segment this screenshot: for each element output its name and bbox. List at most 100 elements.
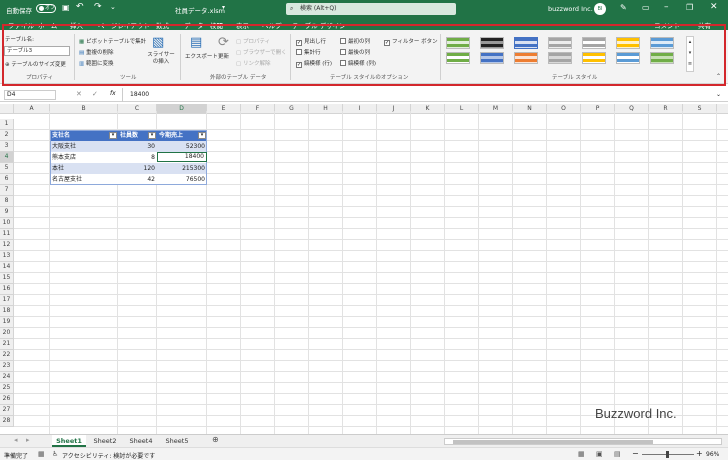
account-name[interactable]: buzzword Inc. [548, 5, 593, 13]
search-input[interactable]: ⌕ 検索 (Alt+Q) [286, 3, 456, 15]
close-icon[interactable]: ✕ [710, 2, 718, 12]
row-header-23[interactable]: 23 [0, 361, 14, 372]
cancel-icon[interactable]: ✕ [76, 90, 82, 98]
column-header-N[interactable]: N [513, 104, 547, 114]
header-cell-branch[interactable]: 支社名 [50, 130, 118, 141]
column-header-E[interactable]: E [207, 104, 241, 114]
sheet-tab-sheet2[interactable]: Sheet2 [88, 435, 122, 447]
column-header-L[interactable]: L [445, 104, 479, 114]
row-header-16[interactable]: 16 [0, 284, 14, 295]
column-header-B[interactable]: B [50, 104, 118, 114]
row-header-8[interactable]: 8 [0, 196, 14, 207]
column-header-J[interactable]: J [377, 104, 411, 114]
header-cell-sales[interactable]: 今期売上 [157, 130, 197, 141]
column-header-R[interactable]: R [649, 104, 683, 114]
row-header-9[interactable]: 9 [0, 207, 14, 218]
page-break-icon[interactable]: ▤ [614, 450, 621, 458]
row-header-22[interactable]: 22 [0, 350, 14, 361]
sheet-tab-sheet1[interactable]: Sheet1 [52, 435, 86, 447]
autosave-toggle[interactable]: オフ [36, 4, 56, 13]
filter-dropdown-icon[interactable]: ▾ [198, 132, 206, 139]
row-header-14[interactable]: 14 [0, 262, 14, 273]
column-header-S[interactable]: S [683, 104, 717, 114]
filter-dropdown-icon[interactable]: ▾ [109, 132, 117, 139]
column-header-P[interactable]: P [581, 104, 615, 114]
cell-B3[interactable]: 大阪支社 [50, 141, 118, 152]
restore-icon[interactable]: ❐ [686, 3, 693, 12]
filter-dropdown-icon[interactable]: ▾ [148, 132, 156, 139]
formula-input[interactable]: 18400 [130, 91, 149, 98]
row-header-3[interactable]: 3 [0, 141, 14, 152]
row-header-6[interactable]: 6 [0, 174, 14, 185]
add-sheet-icon[interactable]: ⊕ [212, 435, 219, 444]
avatar[interactable]: BI [594, 3, 606, 15]
row-header-26[interactable]: 26 [0, 394, 14, 405]
zoom-out-icon[interactable]: − [632, 449, 639, 458]
cell-C3[interactable]: 30 [118, 141, 157, 152]
row-header-11[interactable]: 11 [0, 229, 14, 240]
row-header-4[interactable]: 4 [0, 152, 14, 163]
save-icon[interactable]: ▣ [62, 3, 70, 12]
undo-icon[interactable]: ↶ [76, 2, 84, 12]
column-header-G[interactable]: G [275, 104, 309, 114]
column-header-O[interactable]: O [547, 104, 581, 114]
row-header-5[interactable]: 5 [0, 163, 14, 174]
row-header-2[interactable]: 2 [0, 130, 14, 141]
row-header-20[interactable]: 20 [0, 328, 14, 339]
cell-C6[interactable]: 42 [118, 174, 157, 185]
column-header-C[interactable]: C [118, 104, 157, 114]
cell-D5[interactable]: 215300 [157, 163, 207, 174]
zoom-slider-thumb[interactable] [666, 451, 669, 458]
cell-D3[interactable]: 52300 [157, 141, 207, 152]
row-header-7[interactable]: 7 [0, 185, 14, 196]
row-header-1[interactable]: 1 [0, 119, 14, 130]
row-header-19[interactable]: 19 [0, 317, 14, 328]
next-sheet-icon[interactable]: ▸ [26, 436, 30, 444]
enter-icon[interactable]: ✓ [92, 90, 98, 98]
accessibility-icon[interactable]: ♿ [52, 450, 58, 458]
row-header-25[interactable]: 25 [0, 383, 14, 394]
cell-B5[interactable]: 本社 [50, 163, 118, 174]
row-header-21[interactable]: 21 [0, 339, 14, 350]
ribbon-display-icon[interactable]: ▭ [642, 3, 650, 12]
cell-D6[interactable]: 76500 [157, 174, 207, 185]
macro-icon[interactable]: ▦ [38, 450, 45, 458]
row-header-13[interactable]: 13 [0, 251, 14, 262]
cell-C5[interactable]: 120 [118, 163, 157, 174]
cell-C4[interactable]: 8 [118, 152, 157, 163]
column-header-A[interactable]: A [14, 104, 50, 114]
pen-icon[interactable]: ✎ [620, 3, 627, 12]
customize-icon[interactable]: ⌄ [110, 3, 116, 11]
active-cell-D4[interactable]: 18400 [157, 152, 207, 162]
row-header-28[interactable]: 28 [0, 416, 14, 427]
column-header-F[interactable]: F [241, 104, 275, 114]
zoom-level[interactable]: 96% [706, 451, 719, 458]
page-layout-icon[interactable]: ▣ [596, 450, 603, 458]
column-header-H[interactable]: H [309, 104, 343, 114]
prev-sheet-icon[interactable]: ◂ [14, 436, 18, 444]
row-header-27[interactable]: 27 [0, 405, 14, 416]
redo-icon[interactable]: ↷ [94, 2, 102, 12]
row-header-10[interactable]: 10 [0, 218, 14, 229]
chevron-down-icon[interactable]: ▾ [222, 4, 225, 11]
column-header-D[interactable]: D [157, 104, 207, 114]
horizontal-scrollbar[interactable] [444, 438, 722, 445]
row-header-12[interactable]: 12 [0, 240, 14, 251]
worksheet-grid[interactable]: ABCDEFGHIJKLMNOPQRST 1234567891011121314… [0, 104, 728, 434]
sheet-tab-sheet4[interactable]: Sheet4 [124, 435, 158, 447]
minimize-icon[interactable]: – [664, 2, 669, 12]
column-header-M[interactable]: M [479, 104, 513, 114]
column-header-Q[interactable]: Q [615, 104, 649, 114]
select-all-corner[interactable] [0, 104, 14, 114]
function-icon[interactable]: fx [110, 90, 116, 97]
expand-formula-icon[interactable]: ⌄ [716, 91, 721, 98]
column-header-K[interactable]: K [411, 104, 445, 114]
cell-B6[interactable]: 名古屋支社 [50, 174, 118, 185]
row-header-15[interactable]: 15 [0, 273, 14, 284]
row-header-24[interactable]: 24 [0, 372, 14, 383]
name-box[interactable]: D4 [4, 90, 56, 100]
zoom-in-icon[interactable]: + [696, 449, 703, 458]
column-header-I[interactable]: I [343, 104, 377, 114]
cell-B4[interactable]: 熊本支店 [50, 152, 118, 163]
row-header-17[interactable]: 17 [0, 295, 14, 306]
